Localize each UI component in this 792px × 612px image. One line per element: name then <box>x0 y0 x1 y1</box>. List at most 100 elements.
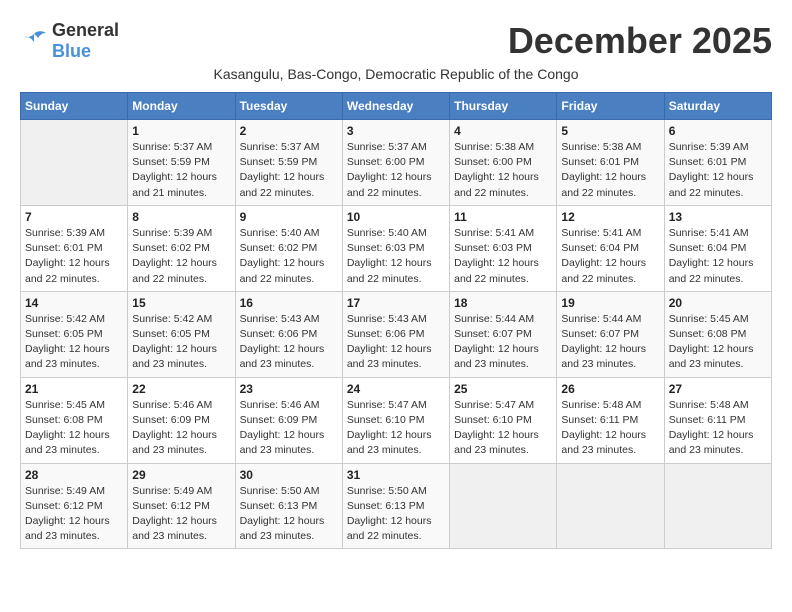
calendar-header-friday: Friday <box>557 93 664 120</box>
calendar-week-1: 1Sunrise: 5:37 AMSunset: 5:59 PMDaylight… <box>21 120 772 206</box>
calendar-cell: 21 Sunrise: 5:45 AMSunset: 6:08 PMDayligh… <box>21 377 128 463</box>
day-info: Sunrise: 5:37 AMSunset: 6:00 PMDaylight:… <box>347 140 445 201</box>
day-info: Sunrise: 5:48 AMSunset: 6:11 PMDaylight:… <box>561 398 659 459</box>
day-info: Sunrise: 5:45 AMSunset: 6:08 PMDaylight:… <box>669 312 767 373</box>
calendar-cell: 10 Sunrise: 5:40 AMSunset: 6:03 PMDayligh… <box>342 205 449 291</box>
calendar-cell <box>21 120 128 206</box>
day-info: Sunrise: 5:43 AMSunset: 6:06 PMDaylight:… <box>347 312 445 373</box>
logo-text: General Blue <box>52 20 119 62</box>
day-info: Sunrise: 5:37 AMSunset: 5:59 PMDaylight:… <box>132 140 230 201</box>
calendar-cell: 14Sunrise: 5:42 AMSunset: 6:05 PMDayligh… <box>21 291 128 377</box>
calendar-cell: 1Sunrise: 5:37 AMSunset: 5:59 PMDaylight… <box>128 120 235 206</box>
day-info: Sunrise: 5:42 AMSunset: 6:05 PMDaylight:… <box>25 312 123 373</box>
calendar-cell: 5Sunrise: 5:38 AMSunset: 6:01 PMDaylight… <box>557 120 664 206</box>
day-number: 31 <box>347 468 445 482</box>
calendar-week-4: 21 Sunrise: 5:45 AMSunset: 6:08 PMDayligh… <box>21 377 772 463</box>
calendar-cell: 2 Sunrise: 5:37 AMSunset: 5:59 PMDaylight… <box>235 120 342 206</box>
calendar-cell: 26 Sunrise: 5:48 AMSunset: 6:11 PMDayligh… <box>557 377 664 463</box>
day-number: 28 <box>25 468 123 482</box>
calendar-week-2: 7 Sunrise: 5:39 AMSunset: 6:01 PMDaylight… <box>21 205 772 291</box>
logo: General Blue <box>20 20 119 62</box>
day-info: Sunrise: 5:39 AMSunset: 6:01 PMDaylight:… <box>669 140 767 201</box>
calendar-week-3: 14Sunrise: 5:42 AMSunset: 6:05 PMDayligh… <box>21 291 772 377</box>
day-number: 10 <box>347 210 445 224</box>
day-number: 9 <box>240 210 338 224</box>
day-info: Sunrise: 5:41 AMSunset: 6:03 PMDaylight:… <box>454 226 552 287</box>
day-info: Sunrise: 5:42 AMSunset: 6:05 PMDaylight:… <box>132 312 230 373</box>
day-info: Sunrise: 5:39 AMSunset: 6:02 PMDaylight:… <box>132 226 230 287</box>
month-title: December 2025 <box>508 20 772 62</box>
day-number: 8 <box>132 210 230 224</box>
day-info: Sunrise: 5:47 AMSunset: 6:10 PMDaylight:… <box>347 398 445 459</box>
calendar: SundayMondayTuesdayWednesdayThursdayFrid… <box>20 92 772 549</box>
calendar-cell: 16 Sunrise: 5:43 AMSunset: 6:06 PMDayligh… <box>235 291 342 377</box>
day-number: 29 <box>132 468 230 482</box>
calendar-header-monday: Monday <box>128 93 235 120</box>
calendar-cell: 24 Sunrise: 5:47 AMSunset: 6:10 PMDayligh… <box>342 377 449 463</box>
day-info: Sunrise: 5:43 AMSunset: 6:06 PMDaylight:… <box>240 312 338 373</box>
day-info: Sunrise: 5:46 AMSunset: 6:09 PMDaylight:… <box>132 398 230 459</box>
day-number: 30 <box>240 468 338 482</box>
header: General Blue December 2025 <box>20 20 772 62</box>
day-info: Sunrise: 5:46 AMSunset: 6:09 PMDaylight:… <box>240 398 338 459</box>
calendar-cell <box>557 463 664 549</box>
calendar-header-sunday: Sunday <box>21 93 128 120</box>
calendar-cell: 22 Sunrise: 5:46 AMSunset: 6:09 PMDayligh… <box>128 377 235 463</box>
day-info: Sunrise: 5:40 AMSunset: 6:03 PMDaylight:… <box>347 226 445 287</box>
day-info: Sunrise: 5:41 AMSunset: 6:04 PMDaylight:… <box>669 226 767 287</box>
calendar-cell: 13Sunrise: 5:41 AMSunset: 6:04 PMDayligh… <box>664 205 771 291</box>
calendar-cell <box>664 463 771 549</box>
day-info: Sunrise: 5:50 AMSunset: 6:13 PMDaylight:… <box>347 484 445 545</box>
day-info: Sunrise: 5:49 AMSunset: 6:12 PMDaylight:… <box>25 484 123 545</box>
day-number: 6 <box>669 124 767 138</box>
calendar-header-tuesday: Tuesday <box>235 93 342 120</box>
calendar-body: 1Sunrise: 5:37 AMSunset: 5:59 PMDaylight… <box>21 120 772 549</box>
day-number: 26 <box>561 382 659 396</box>
logo-blue: Blue <box>52 41 91 61</box>
day-number: 27 <box>669 382 767 396</box>
day-number: 7 <box>25 210 123 224</box>
calendar-cell: 17 Sunrise: 5:43 AMSunset: 6:06 PMDayligh… <box>342 291 449 377</box>
calendar-cell: 7 Sunrise: 5:39 AMSunset: 6:01 PMDaylight… <box>21 205 128 291</box>
day-number: 11 <box>454 210 552 224</box>
calendar-header-saturday: Saturday <box>664 93 771 120</box>
day-number: 15 <box>132 296 230 310</box>
day-info: Sunrise: 5:44 AMSunset: 6:07 PMDaylight:… <box>454 312 552 373</box>
calendar-cell: 19 Sunrise: 5:44 AMSunset: 6:07 PMDayligh… <box>557 291 664 377</box>
day-number: 16 <box>240 296 338 310</box>
calendar-cell: 30 Sunrise: 5:50 AMSunset: 6:13 PMDayligh… <box>235 463 342 549</box>
calendar-cell: 28 Sunrise: 5:49 AMSunset: 6:12 PMDayligh… <box>21 463 128 549</box>
day-number: 18 <box>454 296 552 310</box>
calendar-cell: 20 Sunrise: 5:45 AMSunset: 6:08 PMDayligh… <box>664 291 771 377</box>
day-number: 19 <box>561 296 659 310</box>
calendar-cell: 23Sunrise: 5:46 AMSunset: 6:09 PMDayligh… <box>235 377 342 463</box>
calendar-header-wednesday: Wednesday <box>342 93 449 120</box>
day-number: 20 <box>669 296 767 310</box>
day-number: 21 <box>25 382 123 396</box>
day-info: Sunrise: 5:48 AMSunset: 6:11 PMDaylight:… <box>669 398 767 459</box>
day-info: Sunrise: 5:44 AMSunset: 6:07 PMDaylight:… <box>561 312 659 373</box>
day-number: 24 <box>347 382 445 396</box>
day-number: 22 <box>132 382 230 396</box>
day-info: Sunrise: 5:37 AMSunset: 5:59 PMDaylight:… <box>240 140 338 201</box>
subtitle: Kasangulu, Bas-Congo, Democratic Republi… <box>20 66 772 82</box>
day-info: Sunrise: 5:45 AMSunset: 6:08 PMDaylight:… <box>25 398 123 459</box>
calendar-cell: 18 Sunrise: 5:44 AMSunset: 6:07 PMDayligh… <box>450 291 557 377</box>
day-number: 3 <box>347 124 445 138</box>
calendar-header-row: SundayMondayTuesdayWednesdayThursdayFrid… <box>21 93 772 120</box>
day-info: Sunrise: 5:38 AMSunset: 6:01 PMDaylight:… <box>561 140 659 201</box>
day-number: 12 <box>561 210 659 224</box>
calendar-cell: 31 Sunrise: 5:50 AMSunset: 6:13 PMDayligh… <box>342 463 449 549</box>
calendar-cell: 8 Sunrise: 5:39 AMSunset: 6:02 PMDaylight… <box>128 205 235 291</box>
day-info: Sunrise: 5:40 AMSunset: 6:02 PMDaylight:… <box>240 226 338 287</box>
day-number: 2 <box>240 124 338 138</box>
calendar-cell <box>450 463 557 549</box>
day-number: 4 <box>454 124 552 138</box>
calendar-cell: 12Sunrise: 5:41 AMSunset: 6:04 PMDayligh… <box>557 205 664 291</box>
day-number: 17 <box>347 296 445 310</box>
day-info: Sunrise: 5:39 AMSunset: 6:01 PMDaylight:… <box>25 226 123 287</box>
calendar-cell: 3 Sunrise: 5:37 AMSunset: 6:00 PMDaylight… <box>342 120 449 206</box>
logo-icon <box>20 30 48 52</box>
day-info: Sunrise: 5:50 AMSunset: 6:13 PMDaylight:… <box>240 484 338 545</box>
calendar-cell: 6 Sunrise: 5:39 AMSunset: 6:01 PMDaylight… <box>664 120 771 206</box>
